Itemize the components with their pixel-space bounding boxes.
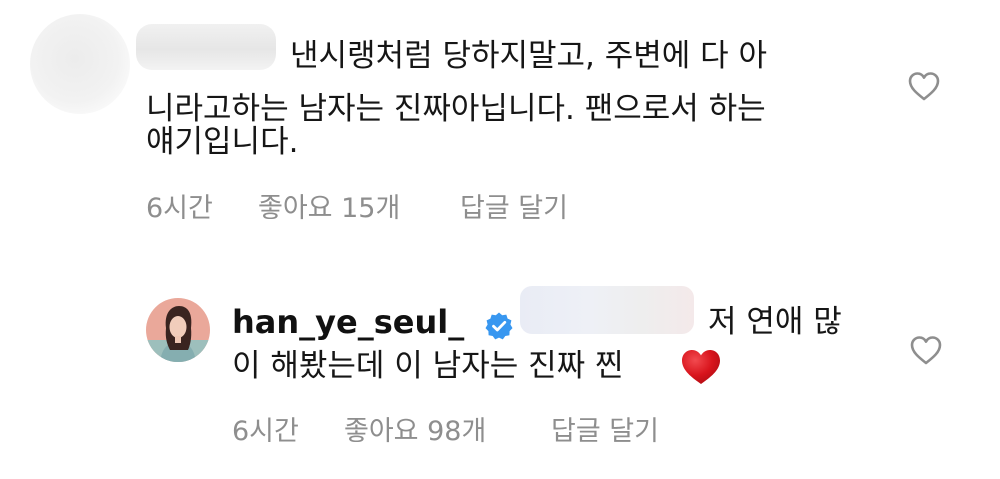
verified-badge-icon	[485, 312, 513, 340]
red-heart-emoji	[682, 350, 720, 384]
username-blurred[interactable]	[136, 24, 276, 70]
comment-likes-link[interactable]: 좋아요 15개	[258, 186, 400, 225]
comment-text-line: 저 연애 많	[708, 304, 842, 340]
comment-likes-link[interactable]: 좋아요 98개	[344, 409, 486, 448]
username-link[interactable]: han_ye_seul_	[232, 303, 464, 341]
comment-text-line: 얘기입니다.	[146, 124, 299, 160]
comment-time: 6시간	[232, 416, 299, 447]
reply-button[interactable]: 답글 달기	[460, 186, 568, 225]
avatar-blurred[interactable]	[30, 14, 130, 114]
avatar[interactable]	[146, 298, 210, 362]
comment-text-line: 낸시랭처럼 당하지말고, 주변에 다 아	[290, 38, 768, 74]
mention-blurred[interactable]	[520, 286, 694, 334]
comment-time: 6시간	[146, 193, 213, 224]
comment: 낸시랭처럼 당하지말고, 주변에 다 아 니라고하는 남자는 진짜아닙니다. 팬…	[0, 0, 1000, 240]
heart-outline-icon[interactable]	[907, 70, 941, 102]
reply-button[interactable]: 답글 달기	[551, 409, 659, 448]
comment: han_ye_seul_ 저 연애 많 이 해봤는데 이 남자는 진짜 찐 6시…	[0, 270, 1000, 479]
comment-text-line: 이 해봤는데 이 남자는 진짜 찐	[232, 348, 624, 384]
heart-outline-icon[interactable]	[909, 334, 943, 366]
